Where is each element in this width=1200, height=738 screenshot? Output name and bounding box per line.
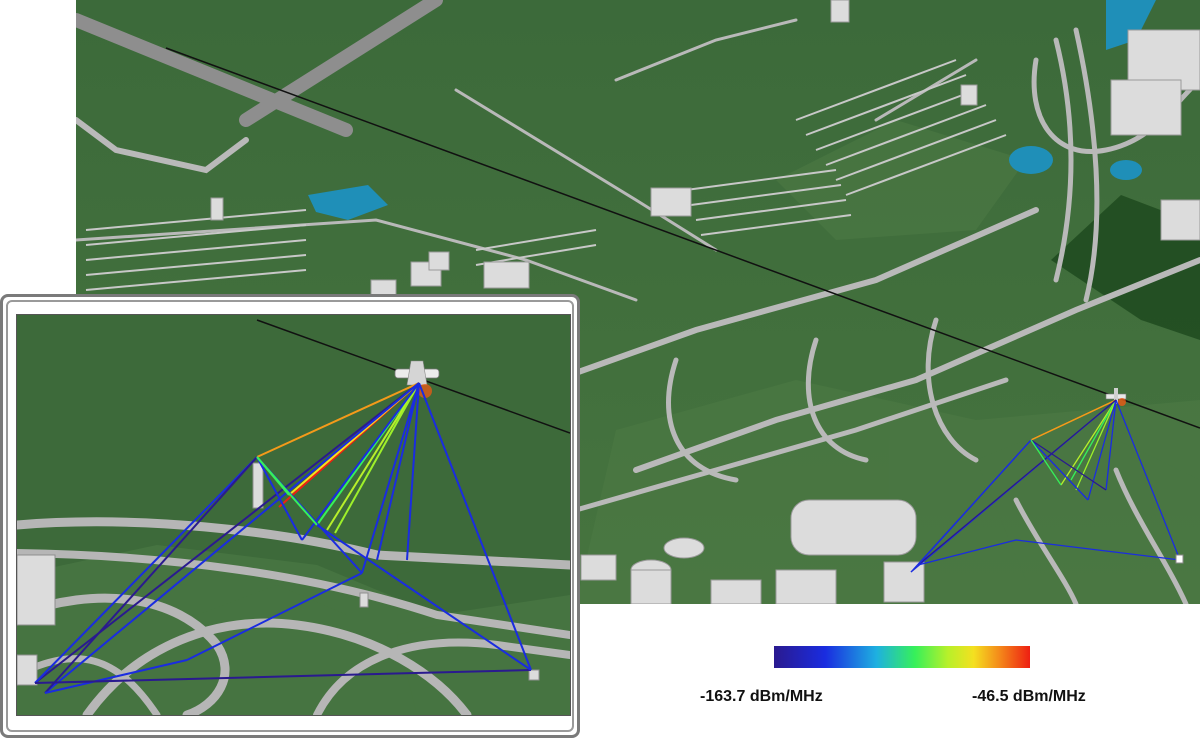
inset-terrain <box>17 315 570 715</box>
legend-max-label: -46.5 dBm/MHz <box>972 688 1086 705</box>
receiver-marker <box>1175 554 1184 564</box>
signal-strength-legend: -163.7 dBm/MHz -46.5 dBm/MHz <box>700 640 1100 720</box>
zoom-inset-frame <box>0 294 580 738</box>
zoom-inset-view[interactable] <box>16 314 571 716</box>
legend-min-label: -163.7 dBm/MHz <box>700 688 823 705</box>
legend-color-bar <box>774 646 1030 668</box>
